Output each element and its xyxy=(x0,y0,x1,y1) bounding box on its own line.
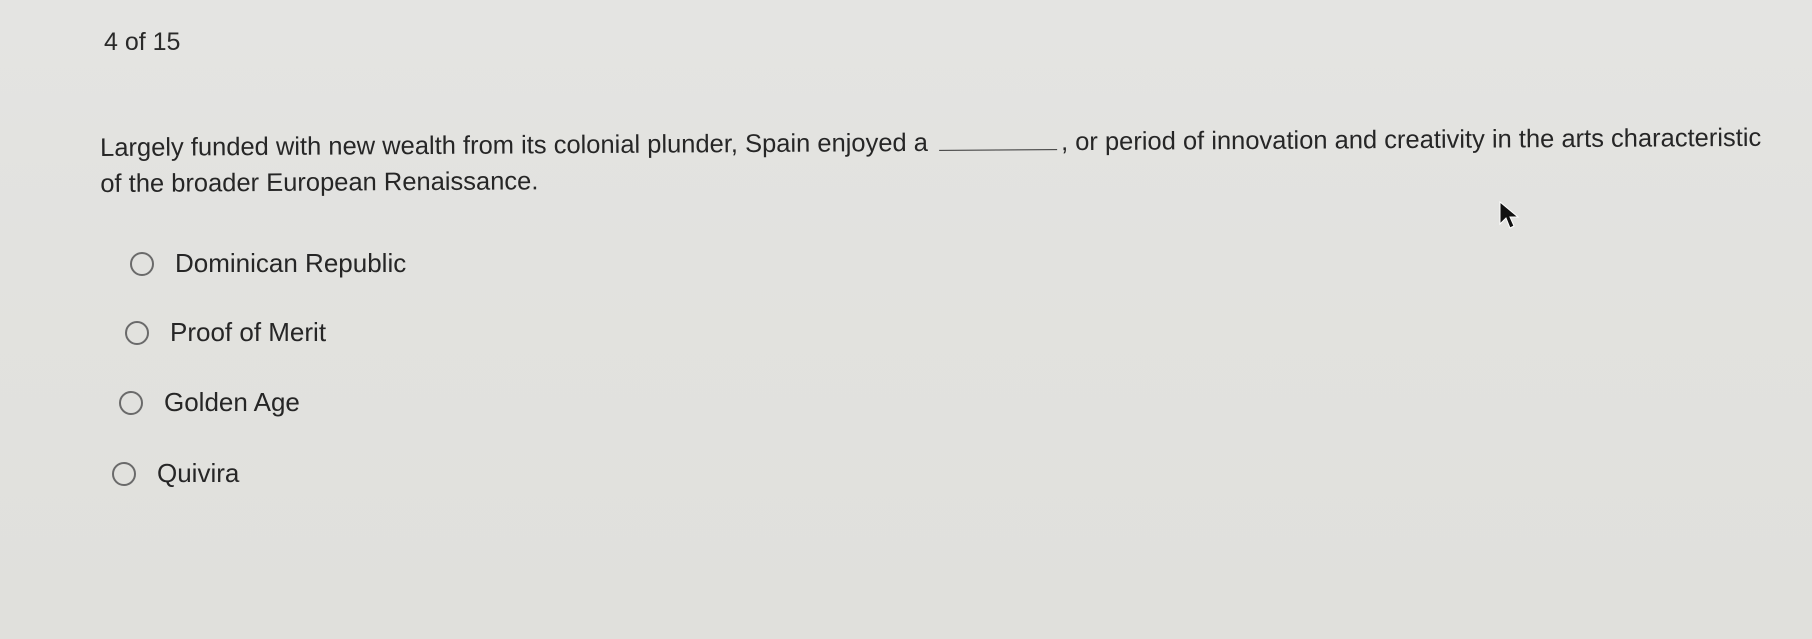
answer-option-quivira[interactable]: Quivira xyxy=(112,458,239,489)
option-label: Golden Age xyxy=(164,387,300,417)
radio-button[interactable] xyxy=(130,251,154,276)
answer-option-proof-of-merit[interactable]: Proof of Merit xyxy=(125,317,326,348)
option-label: Dominican Republic xyxy=(175,248,407,278)
question-text: Largely funded with new wealth from its … xyxy=(100,120,1780,202)
option-label: Proof of Merit xyxy=(170,317,327,347)
answer-option-golden-age[interactable]: Golden Age xyxy=(119,387,300,418)
answer-blank xyxy=(938,131,1058,151)
answer-option-dominican-republic[interactable]: Dominican Republic xyxy=(130,248,406,279)
radio-button[interactable] xyxy=(112,461,136,486)
option-label: Quivira xyxy=(157,458,240,488)
radio-button[interactable] xyxy=(125,320,149,345)
mouse-pointer-icon xyxy=(1499,200,1520,229)
question-text-before: Largely funded with new wealth from its … xyxy=(100,128,929,162)
radio-button[interactable] xyxy=(119,390,143,415)
question-counter: 4 of 15 xyxy=(104,28,181,56)
